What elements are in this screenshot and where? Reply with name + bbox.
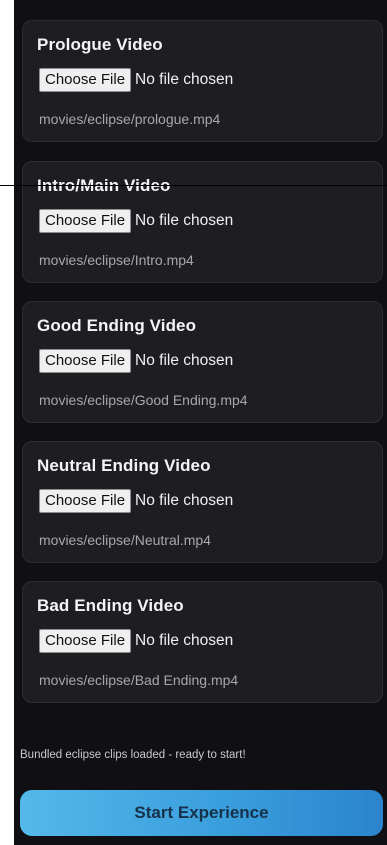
file-input-neutral-ending[interactable]: Choose File No file chosen <box>39 488 233 514</box>
choose-file-button[interactable]: Choose File <box>39 209 132 233</box>
card-title: Prologue Video <box>37 35 163 54</box>
default-file-path: movies/eclipse/prologue.mp4 <box>39 111 221 127</box>
file-input-prologue[interactable]: Choose File No file chosen <box>39 67 233 93</box>
card-title: Good Ending Video <box>37 316 197 335</box>
default-file-path: movies/eclipse/Good Ending.mp4 <box>39 392 248 408</box>
file-status-text: No file chosen <box>135 632 234 649</box>
card-title: Bad Ending Video <box>37 596 184 615</box>
status-message: Bundled eclipse clips loaded - ready to … <box>20 749 246 761</box>
card-good-ending-video: Good Ending Video Choose File No file ch… <box>22 301 383 423</box>
choose-file-button[interactable]: Choose File <box>39 349 132 373</box>
file-status-text: No file chosen <box>135 492 234 509</box>
card-title: Neutral Ending Video <box>37 456 211 475</box>
file-status-text: No file chosen <box>135 352 234 369</box>
default-file-path: movies/eclipse/Neutral.mp4 <box>39 532 211 548</box>
card-title: Intro/Main Video <box>37 176 171 195</box>
file-input-intro[interactable]: Choose File No file chosen <box>39 208 233 234</box>
choose-file-button[interactable]: Choose File <box>39 489 132 513</box>
choose-file-button[interactable]: Choose File <box>39 629 132 653</box>
file-status-text: No file chosen <box>135 212 234 229</box>
start-experience-button[interactable]: Start Experience <box>20 790 383 836</box>
file-input-good-ending[interactable]: Choose File No file chosen <box>39 348 233 374</box>
default-file-path: movies/eclipse/Intro.mp4 <box>39 252 194 268</box>
card-neutral-ending-video: Neutral Ending Video Choose File No file… <box>22 441 383 563</box>
choose-file-button[interactable]: Choose File <box>39 68 132 92</box>
default-file-path: movies/eclipse/Bad Ending.mp4 <box>39 672 239 688</box>
file-status-text: No file chosen <box>135 71 234 88</box>
card-bad-ending-video: Bad Ending Video Choose File No file cho… <box>22 581 383 703</box>
file-input-bad-ending[interactable]: Choose File No file chosen <box>39 628 233 654</box>
card-intro-main-video: Intro/Main Video Choose File No file cho… <box>22 161 383 283</box>
card-prologue-video: Prologue Video Choose File No file chose… <box>22 20 383 142</box>
divider-line <box>0 185 387 186</box>
video-upload-panel: Prologue Video Choose File No file chose… <box>14 0 387 845</box>
